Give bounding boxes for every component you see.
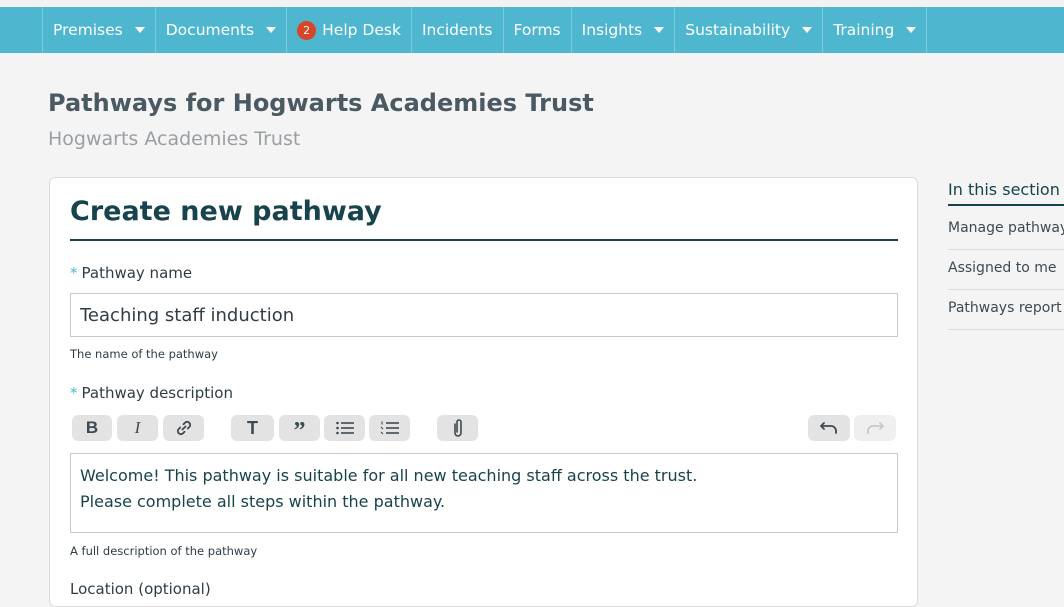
page-subtitle: Hogwarts Academies Trust xyxy=(48,128,301,150)
caret-down-icon xyxy=(802,27,813,33)
redo-button[interactable] xyxy=(854,415,896,441)
pathway-description-label-text: Pathway description xyxy=(81,384,233,402)
nav-item-label: Documents xyxy=(165,21,255,39)
nav-item-forms[interactable]: Forms xyxy=(502,7,571,53)
nav-item-documents[interactable]: Documents xyxy=(154,7,286,53)
undo-button[interactable] xyxy=(808,415,850,441)
nav-item-sustainability[interactable]: Sustainability xyxy=(674,7,822,53)
heading-divider xyxy=(70,239,898,241)
link-button[interactable] xyxy=(163,415,204,441)
pathway-description-label: * Pathway description xyxy=(70,384,233,402)
caret-down-icon xyxy=(906,27,917,33)
create-pathway-card: Create new pathway *Pathway name The nam… xyxy=(49,177,918,607)
nav-item-insights[interactable]: Insights xyxy=(570,7,675,53)
section-nav-separator xyxy=(948,329,1064,330)
section-nav-title: In this section xyxy=(948,180,1060,199)
numbered-list-button[interactable] xyxy=(369,415,410,441)
section-link-pathways-report[interactable]: Pathways report xyxy=(948,300,1064,316)
nav-item-label: Sustainability xyxy=(685,21,791,39)
bold-button[interactable]: B xyxy=(72,415,112,441)
nav-menu: Premises Documents 2 Help Desk Incidents… xyxy=(42,7,928,53)
nav-item-label: Training xyxy=(833,21,895,39)
nav-item-label: Incidents xyxy=(421,21,493,39)
pathway-description-editor[interactable]: Welcome! This pathway is suitable for al… xyxy=(70,453,898,533)
pathway-name-help: The name of the pathway xyxy=(70,347,218,361)
nav-item-label: Premises xyxy=(53,21,123,39)
caret-down-icon xyxy=(266,27,277,33)
pathway-name-input[interactable] xyxy=(70,293,898,337)
nav-item-label: Help Desk xyxy=(322,21,401,39)
nav-item-label: Forms xyxy=(513,21,561,39)
notification-badge: 2 xyxy=(297,20,317,40)
section-nav-divider xyxy=(948,204,1064,206)
required-marker: * xyxy=(70,384,78,402)
bullet-list-button[interactable] xyxy=(324,415,365,441)
nav-item-help-desk[interactable]: 2 Help Desk xyxy=(286,7,411,53)
pathway-name-label: * Pathway name xyxy=(70,264,192,282)
redo-icon xyxy=(867,422,884,434)
quote-button[interactable]: ” xyxy=(279,415,320,444)
form-heading: Create new pathway xyxy=(70,196,382,227)
section-nav-separator xyxy=(948,249,1064,250)
heading-icon: T xyxy=(247,417,258,438)
italic-button[interactable]: I xyxy=(117,415,158,441)
section-nav-separator xyxy=(948,289,1064,290)
nav-item-premises[interactable]: Premises xyxy=(42,7,155,53)
editor-toolbar: B I T ” xyxy=(72,415,898,444)
undo-icon xyxy=(820,422,837,434)
caret-down-icon xyxy=(654,27,665,33)
italic-icon: I xyxy=(134,418,141,437)
attach-file-button[interactable] xyxy=(437,415,478,441)
quote-icon: ” xyxy=(293,418,306,444)
heading-button[interactable]: T xyxy=(231,415,274,441)
bold-icon: B xyxy=(85,418,99,437)
attachment-icon xyxy=(453,419,462,437)
page-title: Pathways for Hogwarts Academies Trust xyxy=(48,89,594,117)
nav-item-incidents[interactable]: Incidents xyxy=(410,7,503,53)
nav-item-training[interactable]: Training xyxy=(822,7,928,53)
link-icon xyxy=(176,420,191,436)
numbered-list-icon xyxy=(380,421,399,435)
description-line: Welcome! This pathway is suitable for al… xyxy=(80,466,698,485)
description-line: Please complete all steps within the pat… xyxy=(80,492,446,511)
required-marker: * xyxy=(70,264,78,282)
caret-down-icon xyxy=(134,27,145,33)
top-strip xyxy=(0,0,1064,7)
pathway-name-label-text: Pathway name xyxy=(81,264,193,282)
nav-item-label: Insights xyxy=(581,21,643,39)
pathway-description-help: A full description of the pathway xyxy=(70,544,258,558)
bullet-list-icon xyxy=(335,421,354,435)
section-link-assigned-to-me[interactable]: Assigned to me xyxy=(948,260,1064,276)
section-link-manage-pathways[interactable]: Manage pathways xyxy=(948,220,1064,236)
location-label: Location (optional) xyxy=(70,580,211,598)
main-nav: Premises Documents 2 Help Desk Incidents… xyxy=(0,7,1064,53)
